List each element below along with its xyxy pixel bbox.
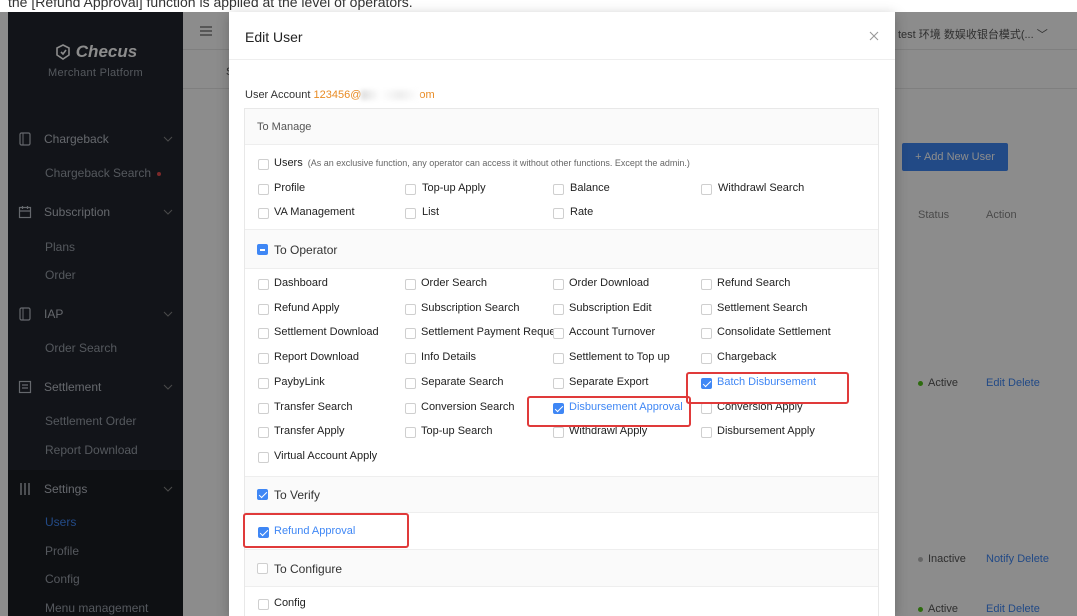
checkbox-operator-paybylink[interactable] (258, 378, 269, 389)
modal-title: Edit User (245, 29, 303, 45)
checkbox-users[interactable] (258, 159, 269, 170)
close-icon[interactable] (869, 31, 879, 41)
redacted-blur (361, 90, 420, 101)
checkbox-operator-settlement-payment-reque[interactable] (405, 328, 416, 339)
checkbox-operator-separate-search[interactable] (405, 378, 416, 389)
users-note: (As an exclusive function, any operator … (307, 158, 690, 168)
section-title: To Verify (274, 488, 321, 502)
checkbox-operator-conversion-search[interactable] (405, 403, 416, 414)
checkbox-label: PaybyLink (274, 376, 325, 388)
checkbox-label: Separate Export (569, 376, 649, 388)
checkbox-operator-settlement-search[interactable] (701, 304, 712, 315)
section-title: To Operator (274, 243, 338, 257)
checkbox-profile[interactable] (258, 184, 269, 195)
checkbox-label: Virtual Account Apply (274, 450, 378, 462)
checkbox-top-up-apply[interactable] (405, 184, 416, 195)
highlight-refund-approval (243, 513, 409, 548)
checkbox-label: Conversion Search (421, 401, 515, 413)
checkbox-label: Refund Search (717, 277, 791, 289)
checkbox-operator-settlement-download[interactable] (258, 328, 269, 339)
checkbox-operator-separate-export[interactable] (553, 378, 564, 389)
checkbox-label: Top-up Apply (422, 182, 486, 194)
checkbox-label: Dashboard (274, 277, 328, 289)
checkbox-operator-chargeback[interactable] (701, 353, 712, 364)
checkbox-label: Rate (570, 206, 594, 218)
checkbox-balance[interactable] (553, 184, 564, 195)
checkbox-operator-subscription-edit[interactable] (553, 304, 564, 315)
checkbox-label: Profile (274, 182, 306, 194)
user-account: User Account 123456@ om (245, 89, 435, 101)
checkbox-label-users: Users (As an exclusive function, any oper… (274, 157, 690, 169)
checkbox-list[interactable] (405, 208, 416, 219)
checkbox-va-management[interactable] (258, 208, 269, 219)
checkbox-label: Account Turnover (569, 326, 656, 338)
checkbox-label: Settlement to Top up (569, 351, 670, 363)
checkbox-operator-order-search[interactable] (405, 279, 416, 290)
modal-header: Edit User (229, 12, 895, 60)
checkbox-label: Order Search (421, 277, 488, 289)
top-caption: the [Refund Approval] function is applie… (0, 0, 1077, 12)
checkbox-label: Refund Apply (274, 302, 340, 314)
checkbox-label: Separate Search (421, 376, 504, 388)
user-account-value: 123456@ om (313, 89, 434, 101)
checkbox-label: Transfer Search (274, 401, 353, 413)
section-title: To Configure (274, 562, 343, 576)
checkbox-to-operator[interactable] (257, 244, 268, 255)
checkbox-operator-top-up-search[interactable] (405, 427, 416, 438)
checkbox-config[interactable] (258, 599, 269, 610)
checkbox-label: Subscription Edit (569, 302, 652, 314)
checkbox-label: Settlement Download (274, 326, 379, 338)
checkbox-operator-dashboard[interactable] (258, 279, 269, 290)
checkbox-operator-consolidate-settlement[interactable] (701, 328, 712, 339)
checkbox-operator-refund-apply[interactable] (258, 304, 269, 315)
checkbox-label: Chargeback (717, 351, 777, 363)
user-account-value-end: om (419, 89, 435, 101)
checkbox-operator-subscription-search[interactable] (405, 304, 416, 315)
section-to-verify: To Verify (245, 476, 878, 513)
checkbox-withdrawl-search[interactable] (701, 184, 712, 195)
section-to-configure: To Configure (245, 549, 878, 587)
checkbox-label: List (422, 206, 440, 218)
checkbox-label: Balance (570, 182, 610, 194)
checkbox-operator-account-turnover[interactable] (553, 328, 564, 339)
checkbox-label: Report Download (274, 351, 359, 363)
checkbox-label: Disbursement Apply (717, 425, 815, 437)
highlight-batch-disbursement (686, 372, 849, 404)
checkbox-label: Order Download (569, 277, 650, 289)
checkbox-label: Config (274, 597, 306, 609)
users-label: Users (274, 157, 303, 169)
checkbox-operator-settlement-to-top-up[interactable] (553, 353, 564, 364)
checkbox-label: Withdrawl Search (718, 182, 805, 194)
checkbox-label: Settlement Payment Reque (421, 326, 556, 338)
highlight-disbursement-approval (527, 396, 691, 427)
section-title: To Manage (257, 121, 312, 133)
checkbox-operator-conversion-apply[interactable] (701, 403, 712, 414)
checkbox-operator-refund-search[interactable] (701, 279, 712, 290)
checkbox-operator-report-download[interactable] (258, 353, 269, 364)
user-account-value-start: 123456@ (313, 89, 362, 101)
checkbox-label: Settlement Search (717, 302, 808, 314)
checkbox-label: Top-up Search (421, 425, 493, 437)
checkbox-label: Consolidate Settlement (717, 326, 831, 338)
checkbox-label: VA Management (274, 206, 355, 218)
section-to-operator: To Operator (245, 229, 878, 269)
checkbox-to-configure[interactable] (257, 563, 268, 574)
user-account-label: User Account (245, 89, 311, 101)
checkbox-label: Info Details (421, 351, 477, 363)
checkbox-operator-info-details[interactable] (405, 353, 416, 364)
checkbox-operator-transfer-search[interactable] (258, 403, 269, 414)
checkbox-operator-transfer-apply[interactable] (258, 427, 269, 438)
checkbox-label: Subscription Search (421, 302, 520, 314)
checkbox-operator-disbursement-apply[interactable] (701, 427, 712, 438)
checkbox-operator-withdrawl-apply[interactable] (553, 427, 564, 438)
checkbox-operator-virtual-account-apply[interactable] (258, 452, 269, 463)
checkbox-label: Transfer Apply (274, 425, 345, 437)
checkbox-rate[interactable] (553, 208, 564, 219)
top-caption-text: the [Refund Approval] function is applie… (8, 0, 413, 10)
section-to-manage: To Manage (245, 109, 878, 145)
checkbox-operator-order-download[interactable] (553, 279, 564, 290)
checkbox-to-verify[interactable] (257, 489, 268, 500)
